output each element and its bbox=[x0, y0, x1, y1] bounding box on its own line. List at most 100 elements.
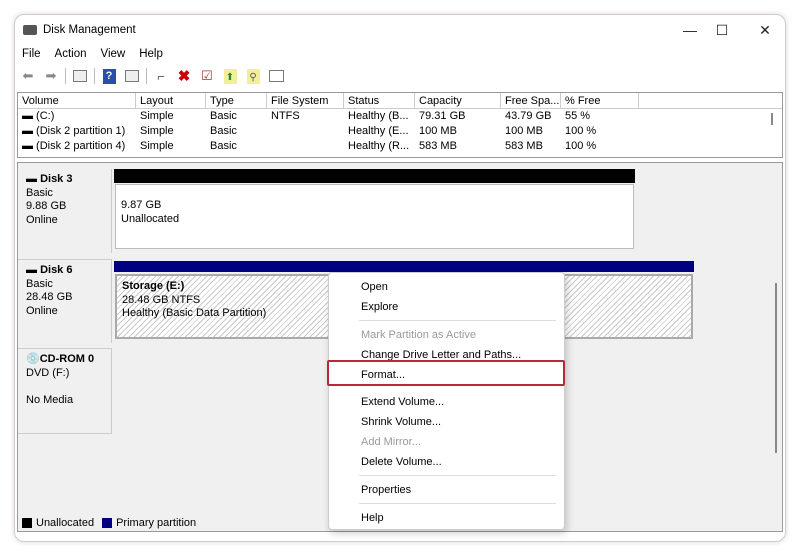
unallocated-bar bbox=[114, 169, 635, 183]
window-title: Disk Management bbox=[43, 24, 136, 36]
toolbar-separator bbox=[94, 68, 95, 84]
menu-item-open[interactable]: Open bbox=[361, 280, 388, 294]
delete-icon[interactable]: ✖ bbox=[175, 67, 193, 85]
legend-unallocated: Unallocated bbox=[36, 517, 95, 529]
title-bar: Disk Management — ☐ ✕ bbox=[15, 15, 785, 45]
disk-type: DVD (F:) bbox=[26, 366, 70, 379]
cdrom-icon: 💿 bbox=[26, 353, 40, 365]
disk-3-label[interactable]: ▬ Disk 3 Basic 9.88 GB Online bbox=[18, 169, 112, 253]
volume-cell bbox=[267, 139, 344, 154]
format-highlight-box bbox=[327, 360, 565, 386]
volume-cell: 55 % bbox=[565, 110, 591, 122]
action-pane-icon[interactable] bbox=[123, 67, 141, 85]
app-icon bbox=[23, 25, 37, 35]
menu-separator bbox=[359, 503, 556, 504]
menu-bar: File Action View Help bbox=[15, 45, 170, 63]
column-status[interactable]: Status bbox=[344, 93, 415, 108]
menu-file[interactable]: File bbox=[15, 45, 48, 63]
menu-item-help[interactable]: Help bbox=[361, 511, 384, 525]
maximize-button[interactable]: ☐ bbox=[707, 19, 737, 41]
disk-name: Disk 3 bbox=[40, 173, 73, 185]
legend: Unallocated Primary partition bbox=[22, 517, 196, 529]
check-icon[interactable]: ☑ bbox=[198, 67, 216, 85]
menu-item-properties[interactable]: Properties bbox=[361, 483, 411, 497]
volume-cell: Healthy (E... bbox=[348, 125, 409, 137]
disk-name: CD-ROM 0 bbox=[39, 353, 95, 365]
connect-icon[interactable]: ⌐ bbox=[152, 67, 170, 85]
back-icon[interactable]: ⬅ bbox=[19, 67, 37, 85]
column-free-space[interactable]: Free Spa... bbox=[501, 93, 561, 108]
disk-size: 9.88 GB bbox=[26, 200, 67, 212]
volume-row[interactable]: ▬ (Disk 2 partition 4) Simple Basic Healthy… bbox=[18, 139, 782, 154]
disk-6-label[interactable]: ▬ Disk 6 Basic 28.48 GB Online bbox=[18, 259, 112, 343]
volume-cell: ▬ (Disk 2 partition 1) bbox=[22, 125, 126, 137]
volume-cell: Basic bbox=[210, 125, 237, 137]
menu-view[interactable]: View bbox=[94, 45, 133, 63]
volume-cell: Healthy (B... bbox=[348, 110, 409, 122]
menu-action[interactable]: Action bbox=[48, 45, 94, 63]
volume-cell bbox=[267, 124, 344, 139]
volume-cell: 100 MB bbox=[505, 125, 543, 137]
disk-status: Online bbox=[26, 213, 58, 226]
volume-cell: Healthy (R... bbox=[348, 140, 410, 152]
volume-list: Volume Layout Type File System Status Ca… bbox=[17, 92, 783, 158]
toolbar-separator bbox=[146, 68, 147, 84]
disk-type: Basic bbox=[26, 186, 53, 199]
menu-help[interactable]: Help bbox=[132, 45, 170, 63]
toolbar: ⬅ ➡ ? ⌐ ✖ ☑ ⬆ ⚲ bbox=[19, 65, 285, 87]
minimize-button[interactable]: — bbox=[675, 19, 705, 41]
menu-item-explore[interactable]: Explore bbox=[361, 300, 398, 314]
disk-type: Basic bbox=[26, 277, 53, 290]
partition-size: 9.87 GB bbox=[121, 199, 162, 211]
volume-cell: Simple bbox=[140, 110, 174, 122]
volume-cell: NTFS bbox=[271, 110, 300, 122]
disk-name: Disk 6 bbox=[40, 264, 73, 276]
graphical-pane-scrollbar[interactable] bbox=[775, 283, 777, 453]
column-volume[interactable]: Volume bbox=[18, 93, 136, 108]
volume-cell: Basic bbox=[210, 110, 237, 122]
forward-icon[interactable]: ➡ bbox=[42, 67, 60, 85]
volume-cell: Simple bbox=[140, 140, 174, 152]
legend-unallocated-swatch bbox=[22, 518, 32, 528]
partition-label: Unallocated bbox=[121, 212, 180, 225]
cdrom-0-label[interactable]: 💿CD-ROM 0 DVD (F:) No Media bbox=[18, 348, 112, 434]
disk-icon: ▬ bbox=[26, 264, 41, 276]
menu-separator bbox=[359, 475, 556, 476]
disk-size: 28.48 GB bbox=[26, 291, 73, 303]
column-capacity[interactable]: Capacity bbox=[415, 93, 501, 108]
disk-icon: ▬ bbox=[26, 173, 41, 185]
menu-item-delete[interactable]: Delete Volume... bbox=[361, 455, 442, 469]
disk-status: Online bbox=[26, 304, 58, 317]
toolbar-separator bbox=[65, 68, 66, 84]
disk-3-unallocated-partition[interactable]: 9.87 GB Unallocated bbox=[115, 184, 634, 249]
volume-cell: Simple bbox=[140, 125, 174, 137]
context-menu: Open Explore Mark Partition as Active Ch… bbox=[327, 272, 565, 530]
volume-cell: ▬ (Disk 2 partition 4) bbox=[22, 140, 126, 152]
help-icon[interactable]: ? bbox=[100, 67, 118, 85]
legend-primary-swatch bbox=[102, 518, 113, 528]
volume-cell: 583 MB bbox=[505, 140, 543, 152]
disk-status: No Media bbox=[26, 393, 74, 406]
volume-row[interactable]: ▬ (C:) Simple Basic NTFS Healthy (B... 79.31 … bbox=[18, 109, 782, 124]
menu-item-shrink[interactable]: Shrink Volume... bbox=[361, 415, 441, 429]
column-type[interactable]: Type bbox=[206, 93, 267, 108]
properties-icon[interactable] bbox=[267, 67, 285, 85]
close-button[interactable]: ✕ bbox=[750, 19, 780, 41]
volume-cell: 100 MB bbox=[419, 125, 457, 137]
import-icon[interactable]: ⬆ bbox=[221, 67, 239, 85]
column-file-system[interactable]: File System bbox=[267, 93, 344, 108]
menu-item-extend[interactable]: Extend Volume... bbox=[361, 395, 444, 409]
volume-row[interactable]: ▬ (Disk 2 partition 1) Simple Basic Healthy… bbox=[18, 124, 782, 139]
volume-cell: Basic bbox=[210, 140, 237, 152]
volume-cell: 100 % bbox=[565, 125, 597, 137]
volume-cell: 583 MB bbox=[419, 140, 457, 152]
console-tree-icon[interactable] bbox=[71, 67, 89, 85]
menu-item-add-mirror: Add Mirror... bbox=[361, 436, 421, 448]
search-icon[interactable]: ⚲ bbox=[244, 67, 262, 85]
column-layout[interactable]: Layout bbox=[136, 93, 206, 108]
volume-list-scrollbar[interactable] bbox=[771, 113, 773, 125]
legend-primary: Primary partition bbox=[116, 517, 197, 529]
menu-separator bbox=[359, 320, 556, 321]
volume-cell: 79.31 GB bbox=[419, 110, 466, 122]
column-percent-free[interactable]: % Free bbox=[561, 93, 639, 108]
